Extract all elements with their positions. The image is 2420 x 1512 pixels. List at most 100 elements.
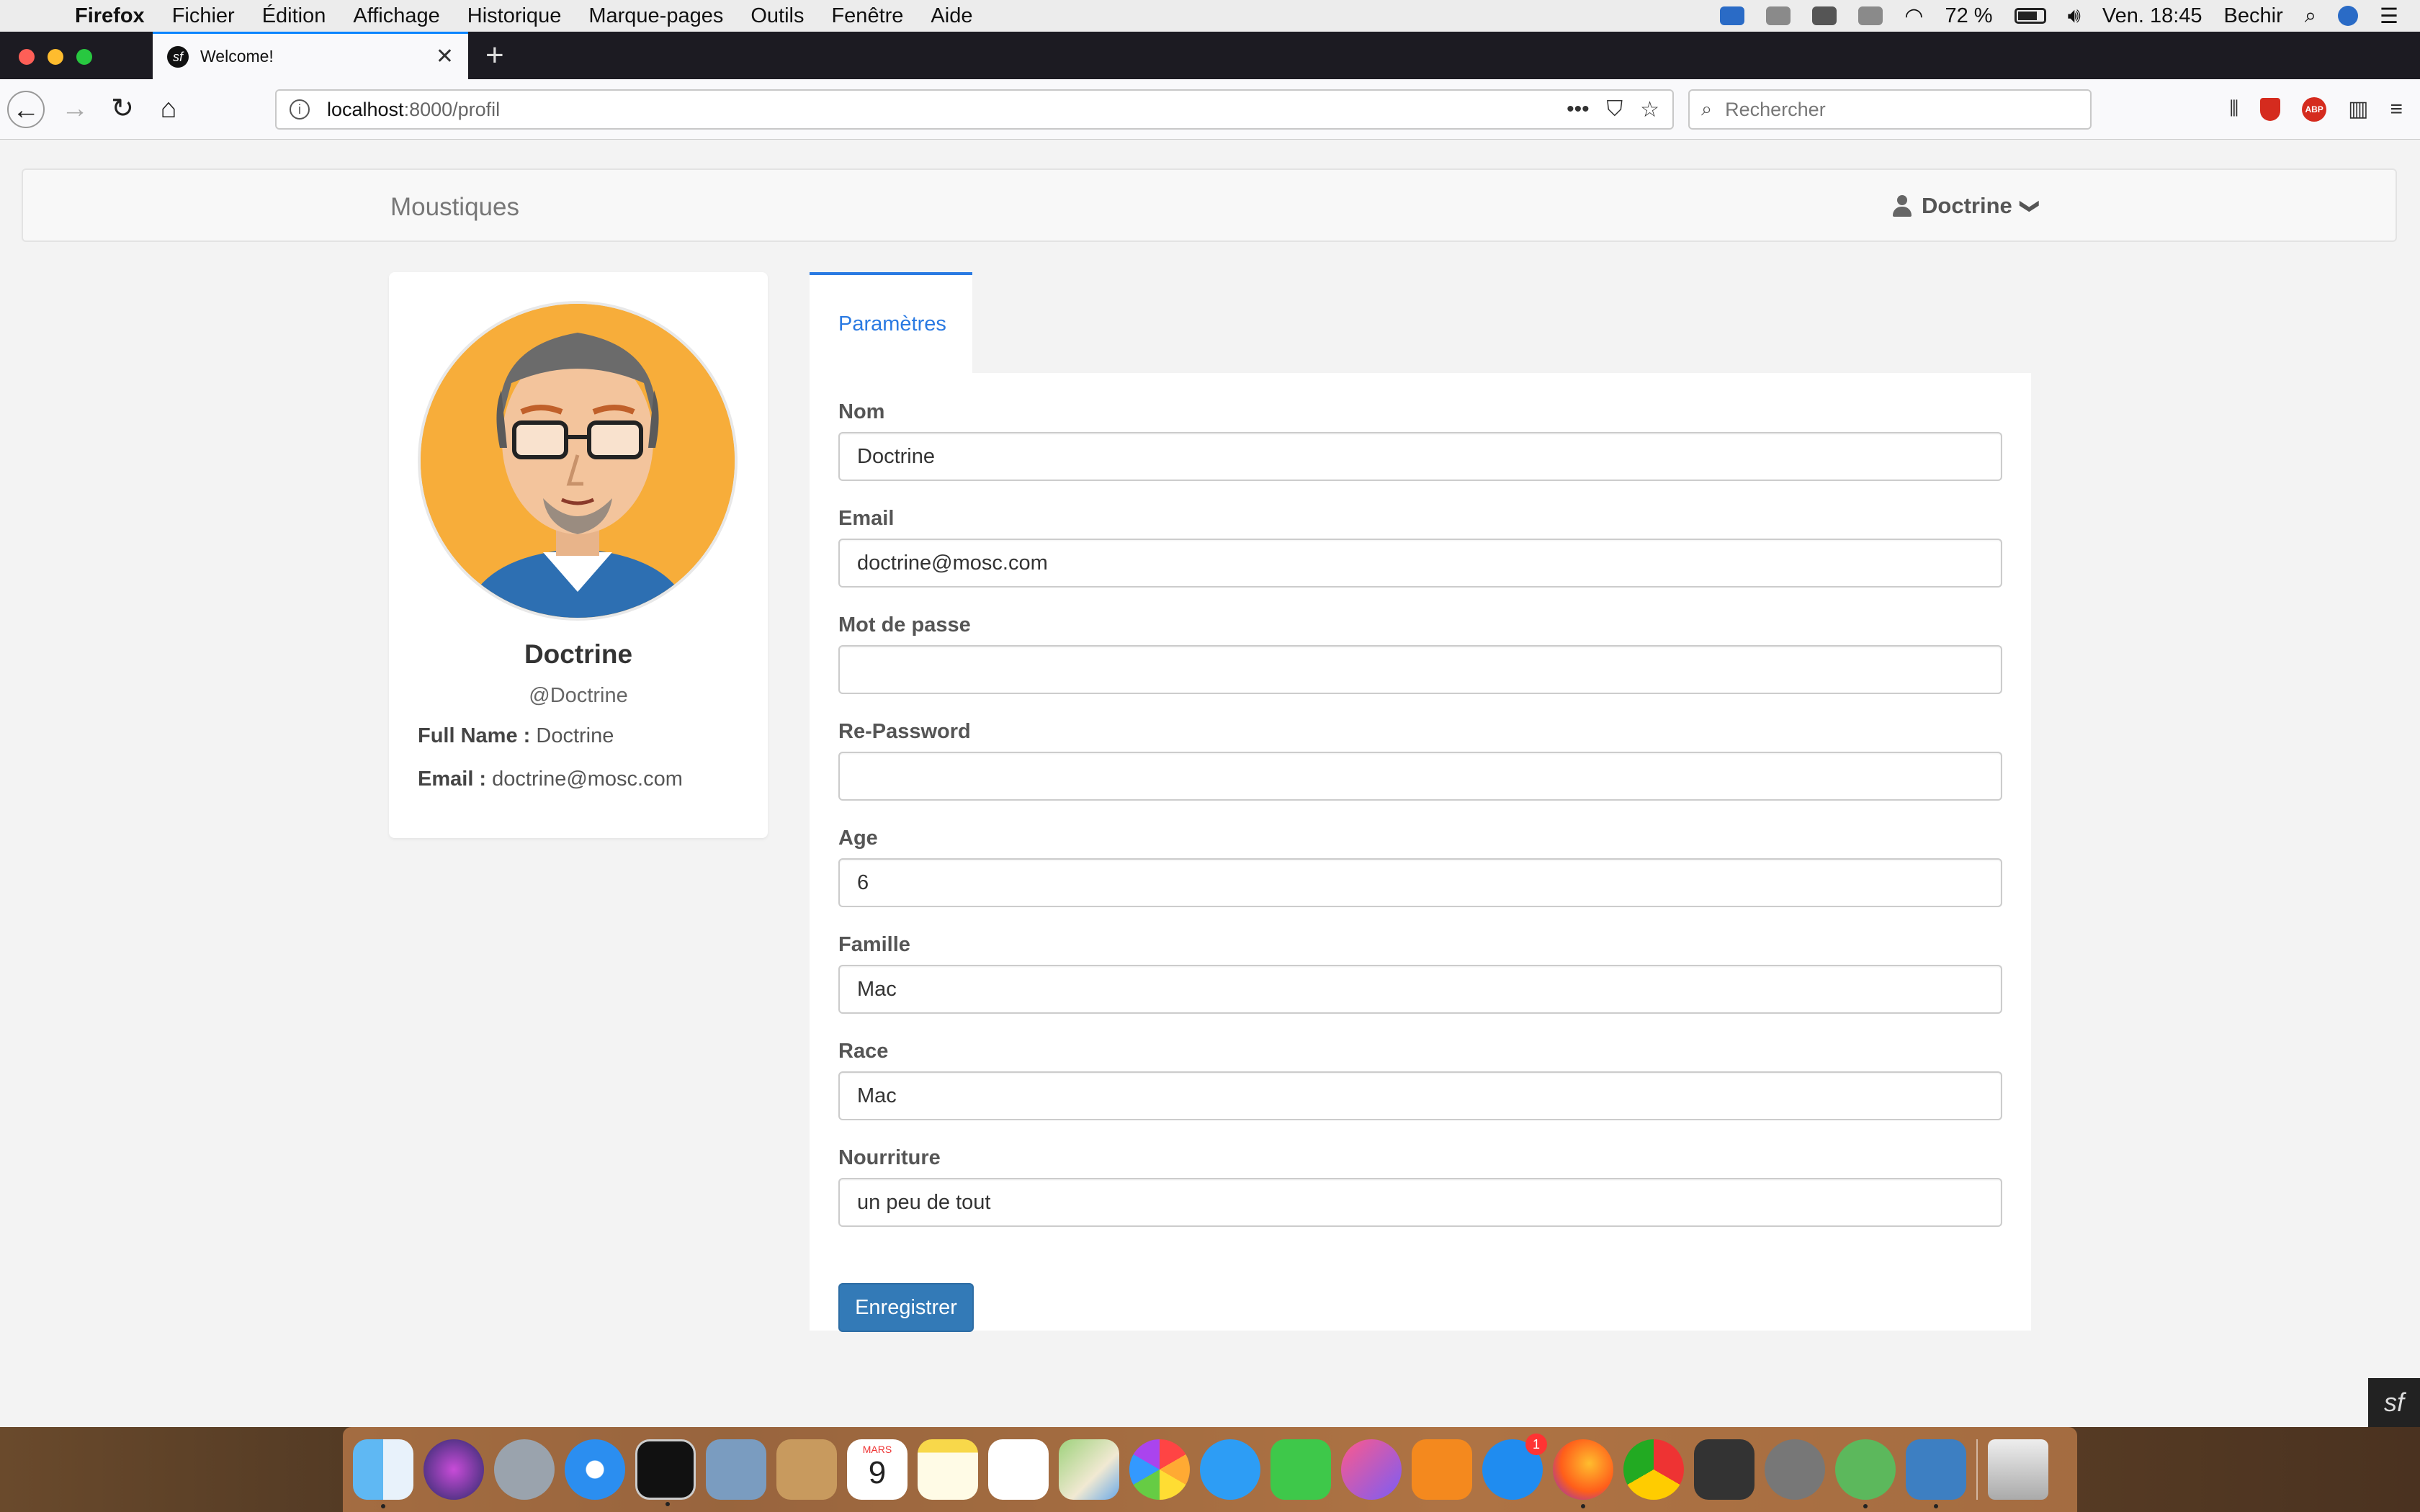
timemachine-icon[interactable] [1858, 6, 1883, 25]
calendar-month: MARS [862, 1444, 892, 1455]
notification-center-icon[interactable]: ☰ [2380, 4, 2398, 29]
page-actions-icon[interactable]: ••• [1567, 97, 1590, 122]
dock-separator [1976, 1439, 1978, 1500]
famille-field[interactable]: Mac [838, 965, 2002, 1014]
re-password-field[interactable] [838, 752, 2002, 801]
system-preferences-icon[interactable] [1765, 1439, 1825, 1500]
menu-affichage[interactable]: Affichage [353, 4, 439, 28]
menu-edition[interactable]: Édition [262, 4, 326, 28]
menu-fichier[interactable]: Fichier [172, 4, 235, 28]
launchpad-icon[interactable] [494, 1439, 555, 1500]
nom-field[interactable]: Doctrine [838, 432, 2002, 481]
clock[interactable]: Ven. 18:45 [2102, 4, 2202, 28]
calendar-icon[interactable]: MARS 9 [847, 1439, 908, 1500]
atom-icon[interactable] [1835, 1439, 1896, 1508]
re-password-label: Re-Password [838, 720, 971, 743]
save-button[interactable]: Enregistrer [838, 1283, 974, 1332]
trash-icon[interactable] [1988, 1439, 2048, 1500]
full-name-value: Doctrine [536, 724, 614, 747]
search-bar[interactable]: ⌕ Rechercher [1688, 89, 2092, 130]
sidebar-toggle-icon[interactable]: ▥ [2348, 96, 2368, 122]
menu-aide[interactable]: Aide [931, 4, 972, 28]
contacts-icon[interactable] [776, 1439, 837, 1500]
browser-navigation-bar: ← → ↻ ⌂ i localhost :8000/profil ••• ⛉ ☆… [0, 79, 2420, 140]
email-field-label: Email [838, 507, 895, 530]
url-bar[interactable]: i localhost :8000/profil ••• ⛉ ☆ [275, 89, 1674, 130]
minimize-window-button[interactable] [48, 49, 63, 65]
avatar [418, 301, 738, 621]
battery-icon[interactable] [2014, 8, 2046, 24]
battery-percent[interactable]: 72 % [1945, 4, 1992, 28]
web-page: Moustiques Doctrine ❯ Doctrine @Doctrine… [0, 140, 2420, 1427]
sublime-text-icon[interactable] [1694, 1439, 1754, 1500]
volume-icon[interactable]: 🔊︎ [2068, 4, 2081, 28]
stack-icon[interactable] [1812, 6, 1837, 25]
age-label: Age [838, 827, 878, 850]
elephant-app-icon[interactable] [1720, 6, 1745, 25]
browser-toolbar-right: ⫴ ABP ▥ ≡ [2230, 96, 2403, 122]
tab-parametres[interactable]: Paramètres [810, 272, 972, 373]
symfony-toolbar-icon[interactable]: sf [2368, 1378, 2420, 1427]
zoom-window-button[interactable] [76, 49, 92, 65]
maps-icon[interactable] [1059, 1439, 1119, 1500]
home-icon[interactable]: ⌂ [150, 91, 187, 128]
new-tab-icon[interactable]: + [485, 37, 504, 73]
user-name[interactable]: Bechir [2224, 4, 2283, 28]
bookmark-star-icon[interactable]: ☆ [1640, 97, 1659, 122]
itunes-icon[interactable] [1341, 1439, 1402, 1500]
adblock-plus-icon[interactable]: ABP [2302, 96, 2327, 122]
reload-icon[interactable]: ↻ [104, 91, 141, 128]
menu-historique[interactable]: Historique [467, 4, 562, 28]
avatar-illustration [421, 304, 735, 618]
close-window-button[interactable] [19, 49, 35, 65]
site-brand[interactable]: Moustiques [390, 193, 519, 222]
pocket-icon[interactable]: ⛉ [1607, 97, 1623, 122]
nourriture-field[interactable]: un peu de tout [838, 1178, 2002, 1227]
wifi-icon[interactable]: ◠ [1904, 4, 1923, 29]
spotlight-search-icon[interactable]: ⌕ [2305, 4, 2316, 28]
siri-dock-icon[interactable] [424, 1439, 484, 1500]
email-field[interactable]: doctrine@mosc.com [838, 539, 2002, 588]
menu-outils[interactable]: Outils [750, 4, 804, 28]
race-field[interactable]: Mac [838, 1071, 2002, 1120]
site-info-icon[interactable]: i [290, 99, 310, 120]
profile-full-name: Full Name : Doctrine [418, 724, 614, 748]
finder-icon[interactable] [353, 1439, 413, 1508]
settings-panel: Paramètres Nom Doctrine Email doctrine@m… [810, 272, 2031, 1332]
terminal-icon[interactable] [635, 1439, 696, 1506]
facetime-icon[interactable] [1270, 1439, 1331, 1500]
chevron-down-icon: ❯ [2020, 198, 2042, 214]
safari-icon[interactable] [565, 1439, 625, 1500]
menu-fenetre[interactable]: Fenêtre [831, 4, 903, 28]
creative-cloud-icon[interactable] [1766, 6, 1791, 25]
books-icon[interactable] [1412, 1439, 1472, 1500]
menu-firefox[interactable]: Firefox [75, 4, 145, 28]
menu-marque-pages[interactable]: Marque-pages [588, 4, 723, 28]
famille-label: Famille [838, 933, 910, 956]
age-field[interactable]: 6 [838, 858, 2002, 907]
hamburger-menu-icon[interactable]: ≡ [2390, 97, 2403, 122]
user-dropdown-label: Doctrine [1922, 193, 2012, 218]
photos-icon[interactable] [1129, 1439, 1190, 1500]
library-icon[interactable]: ⫴ [2230, 97, 2239, 122]
siri-icon[interactable] [2338, 6, 2358, 26]
profile-form: Nom Doctrine Email doctrine@mosc.com Mot… [810, 373, 2031, 1332]
app-store-icon[interactable]: 1 [1482, 1434, 1547, 1500]
url-path: :8000/profil [403, 98, 501, 120]
close-tab-icon[interactable]: ✕ [436, 44, 454, 69]
user-dropdown-toggle[interactable]: Doctrine ❯ [1893, 193, 2042, 219]
privacy-shield-icon[interactable] [2260, 97, 2281, 121]
search-icon: ⌕ [1701, 98, 1713, 120]
password-field[interactable] [838, 645, 2002, 694]
preview-icon[interactable] [706, 1439, 766, 1500]
tab-welcome[interactable]: sf Welcome! ✕ [153, 32, 468, 79]
notes-icon[interactable] [918, 1439, 978, 1500]
nourriture-label: Nourriture [838, 1146, 941, 1169]
back-arrow-icon[interactable]: ← [7, 91, 45, 128]
reminders-icon[interactable] [988, 1439, 1049, 1500]
firefox-icon[interactable] [1553, 1439, 1613, 1508]
forward-arrow-icon[interactable]: → [56, 91, 94, 128]
chrome-icon[interactable] [1623, 1439, 1684, 1500]
messages-icon[interactable] [1200, 1439, 1260, 1500]
elephant-dock-icon[interactable] [1906, 1439, 1966, 1508]
